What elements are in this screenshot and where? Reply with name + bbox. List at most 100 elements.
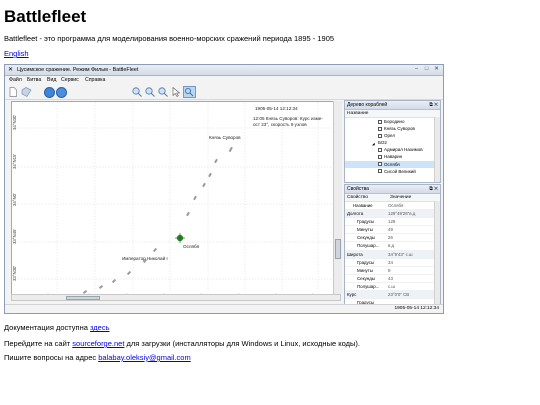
docs-link[interactable]: здесь [90, 323, 109, 332]
map-view-icon[interactable] [183, 86, 196, 98]
tree-item-label: Бородино [384, 119, 405, 124]
battle-map[interactable]: 34°N30' 34°N15' 34°N0' 33°N45' 33°N30' 1… [11, 101, 335, 301]
title-bar: ✕ Цусимское сражение. Режим Фильм - Batt… [5, 65, 443, 76]
zoom-in-icon[interactable] [132, 87, 142, 97]
intro-text: Battlefleet - это программа для моделиро… [4, 34, 335, 43]
tree-item[interactable]: Ослябя [345, 160, 440, 168]
minimize-icon[interactable]: – [412, 66, 421, 73]
property-row[interactable]: Название Ослябя [345, 202, 440, 211]
map-horizontal-scrollbar[interactable] [11, 294, 341, 301]
new-file-icon[interactable] [9, 87, 17, 97]
properties-list: Название Ослябя Долгота 129°49'26"в.д Градус… [345, 202, 440, 304]
contact-text: Пишите вопросы на адрес [4, 353, 99, 362]
lat-tick-label: 34°N30' [12, 115, 17, 130]
ship-tree-panel: Дерево кораблей ⧉ ✕ Название Бородино Кня… [344, 100, 441, 183]
property-row[interactable]: Градусы 129 [345, 218, 440, 227]
property-key: Широта [347, 251, 363, 257]
selected-ship-marker[interactable] [175, 233, 185, 243]
ship-label-oslyabya: Ослябя [183, 244, 200, 249]
property-key: Градусы [357, 219, 375, 225]
panel-buttons[interactable]: ⧉ ✕ [429, 101, 438, 109]
property-row[interactable]: Широта 34°9'43" с.ш [345, 250, 440, 259]
scroll-thumb[interactable] [335, 239, 341, 259]
ship-icon [378, 162, 382, 167]
tree-scrollbar[interactable] [434, 117, 440, 182]
menu-help[interactable]: Справка [85, 77, 105, 83]
property-row[interactable]: Минуты 9 [345, 267, 440, 275]
tree-item[interactable]: Бородино [345, 118, 440, 125]
property-value: 9 [388, 267, 391, 273]
app-window-screenshot: ✕ Цусимское сражение. Режим Фильм - Batt… [4, 64, 444, 314]
property-row[interactable]: Долгота 129°49'26"в.д [345, 210, 440, 219]
page-title: Battlefleet [4, 7, 87, 26]
sourceforge-link[interactable]: sourceforge.net [72, 339, 124, 348]
ship-label-nikolai: Император Николай I [122, 255, 168, 261]
property-key: Долгота [347, 211, 364, 217]
pointer-icon[interactable] [172, 87, 181, 97]
property-row[interactable]: Секунды 43 [345, 275, 440, 283]
open-icon[interactable] [21, 87, 32, 97]
tree-item[interactable]: Орел [345, 132, 440, 139]
property-row[interactable]: Градусы 34 [345, 259, 440, 267]
menu-file[interactable]: Файл [9, 77, 22, 83]
pause-icon[interactable] [56, 87, 67, 98]
menu-battle[interactable]: Битва [27, 77, 41, 83]
zoom-out-icon[interactable] [145, 87, 155, 97]
property-row[interactable]: Полушар... с.ш [345, 283, 440, 292]
tree-item-label: Орел [384, 133, 395, 139]
tree-item[interactable]: Адмирал Нахимов [345, 146, 440, 153]
property-row[interactable]: Полушар... в.д [345, 242, 440, 251]
map-info-line: ост 23°, скорость 9 узлов [253, 122, 307, 127]
expander-icon: ◢ [372, 141, 375, 146]
ship-icon [378, 133, 382, 138]
property-value: 23°0'0" СВ [388, 292, 410, 298]
english-link[interactable]: English [4, 49, 29, 58]
property-value: 129°49'26"в.д [388, 211, 416, 217]
props-column-header: Свойство Значение [345, 194, 440, 202]
property-key: Минуты [357, 267, 373, 273]
property-value: 49 [388, 227, 393, 233]
email-link[interactable]: balabay.oleksiy@gmail.com [98, 353, 191, 362]
play-icon[interactable] [44, 87, 55, 98]
ship-label-suvorov: Князь Суворов [209, 135, 241, 140]
ship-icon [378, 126, 382, 131]
property-row[interactable]: Минуты 49 [345, 226, 440, 235]
property-key: Секунды [357, 235, 375, 241]
panel-buttons[interactable]: ⧉ ✕ [429, 185, 438, 193]
tree-column-header[interactable]: Название [345, 110, 440, 118]
close-icon[interactable]: ✕ [432, 66, 441, 73]
property-row[interactable]: Секунды 26 [345, 234, 440, 243]
zoom-fit-icon[interactable] [158, 87, 168, 97]
tree-item-label: Ослябя [384, 161, 400, 167]
col-key-label[interactable]: Свойство [347, 195, 368, 200]
maximize-icon[interactable]: □ [422, 66, 431, 73]
tree-item[interactable]: Наварин [345, 153, 440, 160]
status-bar: 1905-05-14 12:12:34 [5, 304, 443, 313]
property-value: 26 [388, 235, 393, 241]
ship-icon [378, 147, 382, 152]
scroll-thumb[interactable] [66, 296, 100, 300]
panel-title: Свойства [347, 186, 369, 192]
tree-item-label: БО2 [378, 140, 387, 146]
sf-text: Перейдите на сайт [4, 339, 73, 348]
property-row[interactable]: Курс 23°0'0" СВ [345, 291, 440, 300]
docs-paragraph: Документация доступна здесь [4, 323, 110, 332]
property-value: с.ш [388, 283, 395, 289]
map-vertical-scrollbar[interactable] [333, 101, 342, 294]
property-key: Минуты [357, 227, 373, 233]
tree-list: Бородино Князь Суворов Орел ◢ БО2 Адмирал Нах… [345, 118, 440, 175]
col-value-label[interactable]: Значение [390, 194, 411, 201]
tree-item[interactable]: ◢ БО2 [345, 139, 440, 146]
menu-view[interactable]: Вид [47, 77, 56, 83]
menu-bar: Файл Битва Вид Сервис Справка [5, 76, 443, 84]
panel-header: Дерево кораблей ⧉ ✕ [345, 101, 440, 110]
ship-icon [378, 119, 382, 124]
tree-item[interactable]: Сисой Великий [345, 168, 440, 175]
property-key: Полушар... [357, 283, 380, 289]
map-timestamp: 1905-05-14 12:12:34 [255, 106, 298, 111]
tree-item-label: Князь Суворов [384, 126, 415, 132]
menu-service[interactable]: Сервис [61, 77, 79, 83]
tree-item[interactable]: Князь Суворов [345, 125, 440, 132]
docs-text: Документация доступна [4, 323, 91, 332]
props-scrollbar[interactable] [434, 201, 440, 304]
